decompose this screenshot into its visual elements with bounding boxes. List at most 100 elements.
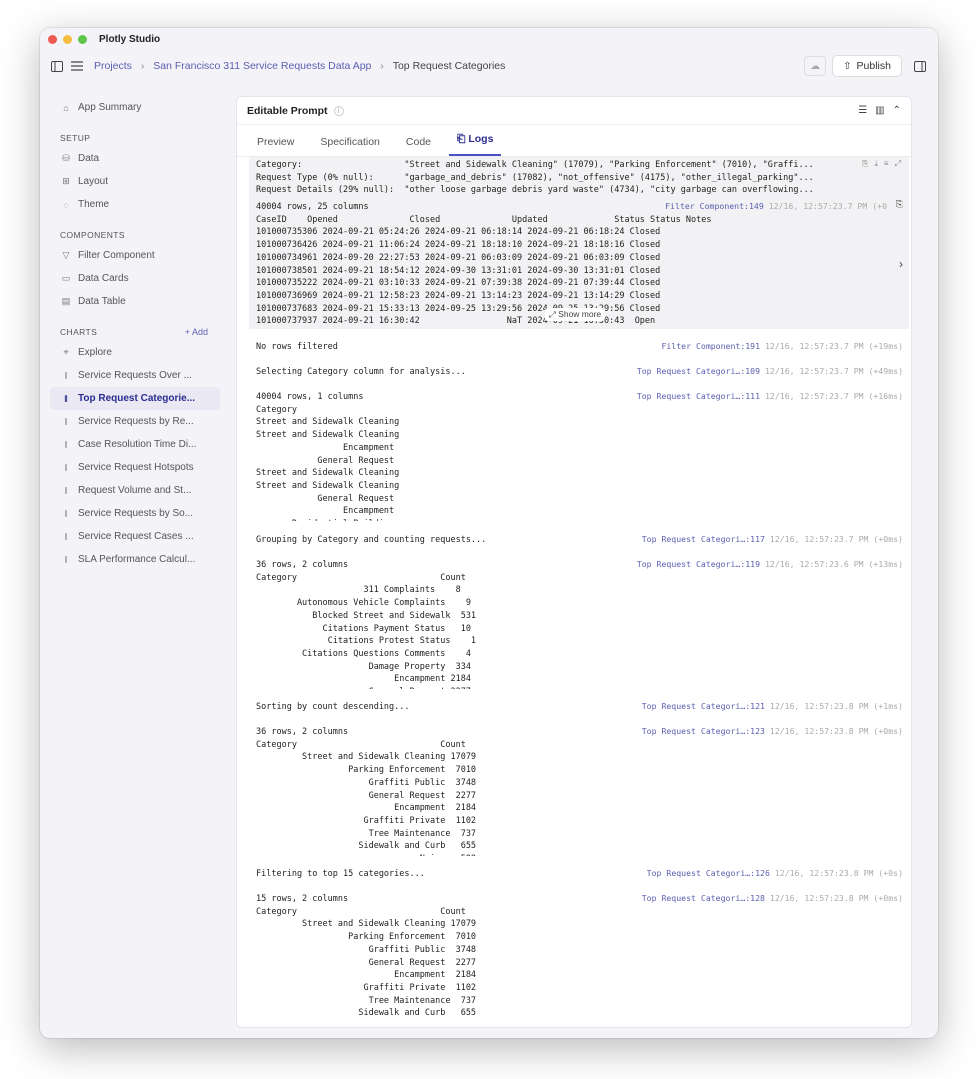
minimize-window-button[interactable] [63, 34, 72, 44]
show-more-label: Show more [558, 309, 602, 319]
sidebar-item-chart-3[interactable]: ⫾ Service Requests by Re... [50, 410, 220, 433]
tab-bar: Preview Specification Code ⎗ Logs [237, 125, 911, 157]
sidebar-item-explore[interactable]: ⌖ Explore [50, 341, 220, 364]
filter-icon: ▽ [62, 250, 70, 260]
menu-icon[interactable] [70, 59, 84, 73]
sidebar-item-data[interactable]: ⛁ Data [50, 147, 220, 170]
cloud-sync-button[interactable]: ☁ [804, 56, 827, 76]
sidebar-item-label: Theme [78, 199, 110, 210]
sidebar: ⌂ App Summary SETUP ⛁ Data ⊞ Layout ◌ Theme … [40, 88, 230, 1038]
sidebar-item-filter-component[interactable]: ▽ Filter Component [50, 244, 220, 267]
sidebar-item-label: SLA Performance Calcul... [78, 554, 196, 565]
bar-chart-icon: ⫾ [64, 531, 68, 541]
sidebar-toggle-icon[interactable] [50, 59, 64, 73]
bar-chart-icon: ⫾ [64, 439, 68, 449]
sidebar-item-theme[interactable]: ◌ Theme [50, 193, 220, 216]
right-panel-toggle-icon[interactable] [912, 58, 928, 74]
download-icon[interactable]: ⤓ [874, 159, 878, 169]
publish-button[interactable]: ⇧ Publish [832, 55, 902, 77]
rocket-icon: ⇧ [843, 60, 852, 72]
sidebar-item-app-summary[interactable]: ⌂ App Summary [50, 96, 220, 119]
log-entry[interactable]: 36 rows, 2 columns Category Count 311 Co… [249, 559, 909, 689]
tab-preview[interactable]: Preview [249, 136, 302, 156]
database-icon: ⛁ [62, 153, 70, 163]
log-entry[interactable]: 36 rows, 2 columns Category Count Street… [249, 726, 909, 856]
zoom-window-button[interactable] [78, 34, 87, 44]
log-actions: ⎘ ⤓ ≡ ⤢ [862, 159, 901, 169]
log-meta: Top Request Categori…:117 12/16, 12:57:2… [641, 534, 903, 544]
section-label: SETUP [60, 133, 91, 143]
sidebar-item-label: Layout [78, 176, 109, 187]
sidebar-item-label: Data [78, 153, 100, 164]
log-entry[interactable]: No rows filtered Filter Component:191 12… [249, 341, 909, 355]
add-chart-button[interactable]: + Add [185, 327, 208, 337]
show-more-button[interactable]: ⤢ Show more [545, 308, 606, 321]
log-text: 15 rows, 2 columns Category Count Street… [256, 894, 477, 1017]
split-view-icon[interactable]: ▥ [875, 105, 884, 116]
breadcrumb: Projects › San Francisco 311 Service Req… [94, 60, 505, 72]
section-label: COMPONENTS [60, 230, 125, 240]
log-meta: Filter Component:191 12/16, 12:57:23.7 P… [661, 341, 903, 351]
tab-logs[interactable]: ⎗ Logs [449, 133, 502, 156]
app-title: Plotly Studio [99, 33, 161, 45]
log-entry[interactable]: Filtering to top 15 categories... Top Re… [249, 868, 909, 882]
sidebar-item-data-cards[interactable]: ▭ Data Cards [50, 267, 220, 290]
expand-icon[interactable]: ⤢ [895, 159, 901, 169]
log-output[interactable]: Category: "Street and Sidewalk Cleaning"… [237, 157, 911, 1017]
sidebar-item-chart-9[interactable]: ⫾ SLA Performance Calcul... [50, 548, 220, 571]
chevron-right-icon: › [380, 60, 384, 72]
log-entry[interactable]: 40004 rows, 1 columns Category Street an… [249, 391, 909, 521]
sidebar-item-chart-1[interactable]: ⫾ Service Requests Over ... [50, 364, 220, 387]
chevron-up-icon[interactable]: ⌃ [893, 105, 901, 116]
sidebar-item-label: Explore [78, 347, 112, 358]
prompt-header: Editable Prompt i ☰ ▥ ⌃ [237, 97, 911, 125]
palette-icon: ◌ [63, 199, 69, 210]
tab-code[interactable]: Code [398, 136, 439, 156]
table-icon: ▤ [61, 296, 71, 306]
log-meta: Top Request Categori…:126 12/16, 12:57:2… [646, 868, 903, 878]
close-window-button[interactable] [48, 34, 57, 44]
wrap-icon[interactable]: ≡ [884, 159, 889, 169]
breadcrumb-projects[interactable]: Projects [94, 60, 132, 72]
info-icon[interactable]: i [333, 105, 344, 116]
sidebar-item-label: Data Table [78, 296, 126, 307]
sidebar-item-chart-4[interactable]: ⫾ Case Resolution Time Di... [50, 433, 220, 456]
log-entry[interactable]: 15 rows, 2 columns Category Count Street… [249, 893, 909, 1017]
expand-icon: ⤢ [549, 309, 559, 319]
sidebar-item-label: Service Requests by So... [78, 508, 194, 519]
sidebar-item-chart-8[interactable]: ⫾ Service Request Cases ... [50, 525, 220, 548]
tab-specification[interactable]: Specification [312, 136, 388, 156]
title-bar: Plotly Studio [40, 28, 938, 50]
sidebar-item-chart-2[interactable]: ⫾ Top Request Categorie... [50, 387, 220, 410]
sidebar-item-chart-6[interactable]: ⫾ Request Volume and St... [50, 479, 220, 502]
chevron-right-icon: › [140, 60, 145, 72]
sidebar-item-chart-7[interactable]: ⫾ Service Requests by So... [50, 502, 220, 525]
sidebar-item-label: Service Request Cases ... [78, 531, 194, 542]
sidebar-item-label: Service Requests Over ... [78, 370, 192, 381]
clipboard-icon[interactable]: ⎘ [896, 199, 903, 210]
log-meta: Top Request Categori…:111 12/16, 12:57:2… [636, 391, 903, 401]
bar-chart-icon: ⫾ [64, 370, 68, 380]
breadcrumb-app[interactable]: San Francisco 311 Service Requests Data … [153, 60, 371, 72]
log-entry[interactable]: Grouping by Category and counting reques… [249, 534, 909, 548]
sidebar-item-label: Filter Component [78, 250, 155, 261]
log-entry[interactable]: Selecting Category column for analysis..… [249, 366, 909, 380]
section-charts: CHARTS + Add [50, 327, 220, 337]
log-meta: Top Request Categori…:128 12/16, 12:57:2… [641, 893, 903, 903]
chevron-right-icon[interactable]: › [899, 257, 903, 271]
sidebar-item-label: Case Resolution Time Di... [78, 439, 197, 450]
log-text: 40004 rows, 1 columns Category Street an… [256, 392, 400, 521]
sidebar-item-label: Top Request Categorie... [78, 393, 196, 404]
sidebar-item-layout[interactable]: ⊞ Layout [50, 170, 220, 193]
log-entry[interactable]: Sorting by count descending... Top Reque… [249, 701, 909, 715]
layout-icon: ⊞ [62, 176, 70, 186]
log-text: 36 rows, 2 columns Category Count 311 Co… [256, 560, 477, 689]
bar-chart-icon: ⫾ [64, 485, 68, 495]
log-entry-expanded[interactable]: Category: "Street and Sidewalk Cleaning"… [249, 157, 909, 329]
stack-view-icon[interactable]: ☰ [858, 105, 867, 116]
sidebar-item-data-table[interactable]: ▤ Data Table [50, 290, 220, 313]
copy-icon[interactable]: ⎘ [862, 159, 868, 169]
publish-label: Publish [856, 60, 891, 72]
sidebar-item-chart-5[interactable]: ⫾ Service Request Hotspots [50, 456, 220, 479]
bar-chart-icon: ⫾ [64, 508, 68, 518]
